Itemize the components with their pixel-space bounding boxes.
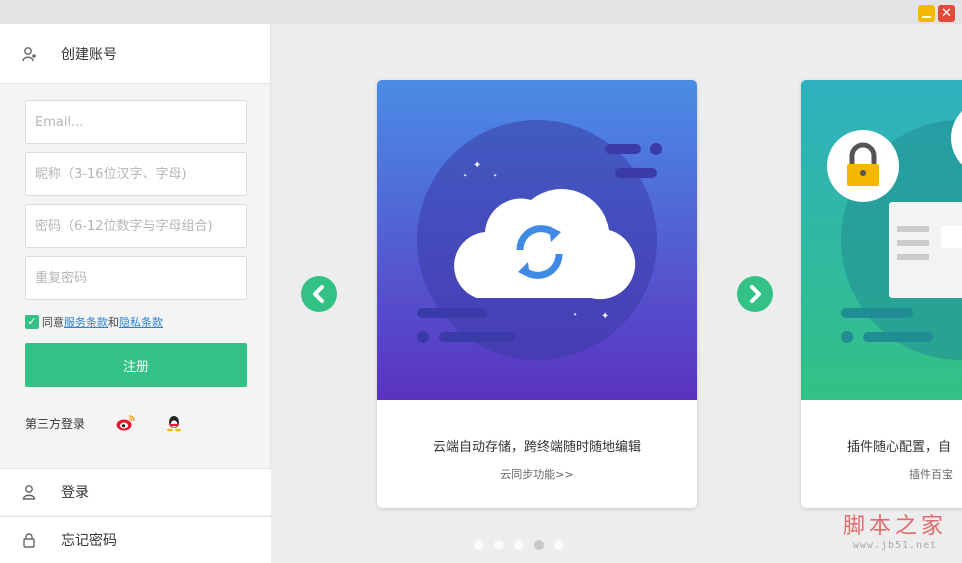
pagination-dot[interactable] <box>494 540 504 550</box>
pagination-dot[interactable] <box>554 540 564 550</box>
pagination-dot[interactable] <box>514 540 524 550</box>
agreement-row: ✓ 同意 服务条款 和 隐私条款 <box>25 314 163 330</box>
card-title: 插件随心配置，自 <box>847 440 952 455</box>
pagination-dot[interactable] <box>534 540 544 550</box>
agree-prefix: 同意 <box>42 316 64 329</box>
card-link[interactable]: 云同步功能>> <box>377 466 697 482</box>
feature-card-plugins: 插件随心配置，自 插件百宝 <box>801 80 962 508</box>
register-button[interactable]: 注册 <box>25 343 247 387</box>
feature-card-cloud-sync: ✦ ✦ ✦ ✦ ✦ 云端自动存储，跨终端随时随地编辑 云同步功能>> <box>377 80 697 508</box>
sidebar-item-login[interactable]: 登录 <box>0 468 271 515</box>
title-bar: ✕ <box>0 0 962 24</box>
pagination-dot[interactable] <box>474 540 484 550</box>
svg-text:✦: ✦ <box>573 312 577 318</box>
feature-carousel: ✦ ✦ ✦ ✦ ✦ 云端自动存储，跨终端随时随地编辑 云同步功能>> 插件随心配… <box>272 24 962 563</box>
sidebar: 创建账号 ✓ 同意 服务条款 和 隐私条款 注册 第三方登录 登录 <box>0 24 271 563</box>
login-label: 登录 <box>61 485 89 501</box>
email-field[interactable] <box>25 100 247 144</box>
card-link[interactable]: 插件百宝 <box>801 466 962 482</box>
carousel-pagination <box>474 540 564 550</box>
create-account-header[interactable]: 创建账号 <box>0 24 270 84</box>
next-arrow-button[interactable] <box>737 276 773 312</box>
watermark: 脚本之家 www.jb51.net <box>830 514 960 551</box>
svg-text:✦: ✦ <box>463 173 467 179</box>
repeat-password-field[interactable] <box>25 256 247 300</box>
third-party-label: 第三方登录 <box>25 417 86 431</box>
forgot-password-label: 忘记密码 <box>61 533 117 549</box>
agree-and: 和 <box>108 316 119 329</box>
weibo-icon[interactable] <box>116 414 136 432</box>
chevron-left-icon <box>313 285 324 303</box>
watermark-title: 脚本之家 <box>842 514 947 539</box>
add-user-icon <box>22 46 36 61</box>
close-button[interactable]: ✕ <box>938 5 955 22</box>
nickname-field[interactable] <box>25 152 247 196</box>
lock-icon <box>23 533 35 548</box>
card-title: 云端自动存储，跨终端随时随地编辑 <box>432 440 641 455</box>
create-account-label: 创建账号 <box>61 46 117 63</box>
svg-text:✦: ✦ <box>601 311 609 322</box>
minimize-button[interactable] <box>918 5 935 22</box>
terms-link[interactable]: 服务条款 <box>64 314 108 330</box>
svg-text:✦: ✦ <box>473 160 481 171</box>
user-icon <box>22 485 36 500</box>
sidebar-item-forgot-password[interactable]: 忘记密码 <box>0 516 271 563</box>
plugin-illustration <box>801 80 962 400</box>
qq-icon[interactable] <box>165 414 183 432</box>
privacy-link[interactable]: 隐私条款 <box>119 314 163 330</box>
agree-checkbox[interactable]: ✓ <box>25 315 39 329</box>
cloud-sync-illustration: ✦ ✦ ✦ ✦ ✦ <box>377 80 697 400</box>
svg-text:✦: ✦ <box>493 173 497 179</box>
chevron-right-icon <box>750 285 761 303</box>
watermark-url: www.jb51.net <box>852 540 938 551</box>
prev-arrow-button[interactable] <box>301 276 337 312</box>
password-field[interactable] <box>25 204 247 248</box>
